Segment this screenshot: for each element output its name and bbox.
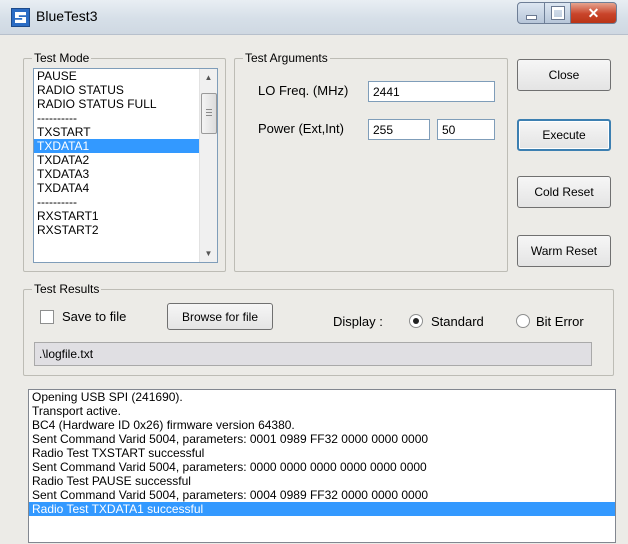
log-line[interactable]: Radio Test PAUSE successful (29, 474, 615, 488)
log-file-path: .\logfile.txt (34, 342, 592, 366)
test-results-label: Test Results (32, 282, 102, 296)
log-line[interactable]: Radio Test TXDATA1 successful (29, 502, 615, 516)
log-line[interactable]: Sent Command Varid 5004, parameters: 000… (29, 460, 615, 474)
caption-buttons: ✕ (517, 2, 617, 24)
warm-reset-button[interactable]: Warm Reset (517, 235, 611, 267)
log-line[interactable]: Opening USB SPI (241690). (29, 390, 615, 404)
close-window-button[interactable]: ✕ (571, 2, 617, 24)
list-item[interactable]: RADIO STATUS FULL (34, 97, 217, 111)
list-item[interactable]: RXSTART1 (34, 209, 217, 223)
log-line[interactable]: Transport active. (29, 404, 615, 418)
lo-freq-label: LO Freq. (MHz) (258, 83, 349, 98)
save-to-file-label[interactable]: Save to file (62, 309, 126, 324)
log-output[interactable]: Opening USB SPI (241690). Transport activ… (28, 389, 616, 543)
scroll-thumb[interactable] (201, 93, 217, 134)
window-title: BlueTest3 (36, 8, 98, 24)
bluetest-window: BlueTest3 ✕ Test Mode PAUSE RADIO STATUS R… (0, 0, 628, 544)
close-button[interactable]: Close (517, 59, 611, 91)
standard-radio-label[interactable]: Standard (431, 314, 484, 329)
scroll-down-icon[interactable]: ▼ (200, 245, 217, 262)
log-line[interactable]: Sent Command Varid 5004, parameters: 000… (29, 488, 615, 502)
minimize-icon (525, 14, 537, 20)
display-label: Display : (333, 314, 383, 329)
list-item[interactable]: ---------- (34, 195, 217, 209)
list-item[interactable]: TXDATA1 (34, 139, 217, 153)
maximize-icon (550, 6, 565, 20)
log-line[interactable]: BC4 (Hardware ID 0x26) firmware version … (29, 418, 615, 432)
list-item[interactable]: TXSTART (34, 125, 217, 139)
test-mode-label: Test Mode (32, 51, 92, 65)
scroll-up-icon[interactable]: ▲ (200, 69, 217, 86)
power-label: Power (Ext,Int) (258, 121, 344, 136)
minimize-button[interactable] (517, 2, 545, 24)
maximize-button[interactable] (545, 2, 571, 24)
save-to-file-checkbox[interactable] (40, 310, 54, 324)
test-arguments-label: Test Arguments (243, 51, 330, 65)
standard-radio[interactable] (409, 314, 423, 328)
list-item[interactable]: PAUSE (34, 69, 217, 83)
bit-error-radio-label[interactable]: Bit Error (536, 314, 584, 329)
list-item[interactable]: RADIO STATUS (34, 83, 217, 97)
list-item[interactable]: ---------- (34, 111, 217, 125)
lo-freq-input[interactable] (368, 81, 495, 102)
list-item[interactable]: TXDATA2 (34, 153, 217, 167)
list-item[interactable]: RXSTART2 (34, 223, 217, 237)
execute-button[interactable]: Execute (517, 119, 611, 151)
browse-button[interactable]: Browse for file (167, 303, 273, 330)
bit-error-radio[interactable] (516, 314, 530, 328)
test-mode-scrollbar[interactable]: ▲ ▼ (199, 69, 217, 262)
close-window-icon: ✕ (587, 4, 600, 21)
power-int-input[interactable] (437, 119, 495, 140)
power-ext-input[interactable] (368, 119, 430, 140)
test-mode-list[interactable]: PAUSE RADIO STATUS RADIO STATUS FULL ------… (33, 68, 218, 263)
title-bar[interactable]: BlueTest3 ✕ (0, 0, 628, 35)
cold-reset-button[interactable]: Cold Reset (517, 176, 611, 208)
bluetooth-app-icon (11, 8, 30, 27)
log-line[interactable]: Sent Command Varid 5004, parameters: 000… (29, 432, 615, 446)
list-item[interactable]: TXDATA4 (34, 181, 217, 195)
list-item[interactable]: TXDATA3 (34, 167, 217, 181)
log-line[interactable]: Radio Test TXSTART successful (29, 446, 615, 460)
